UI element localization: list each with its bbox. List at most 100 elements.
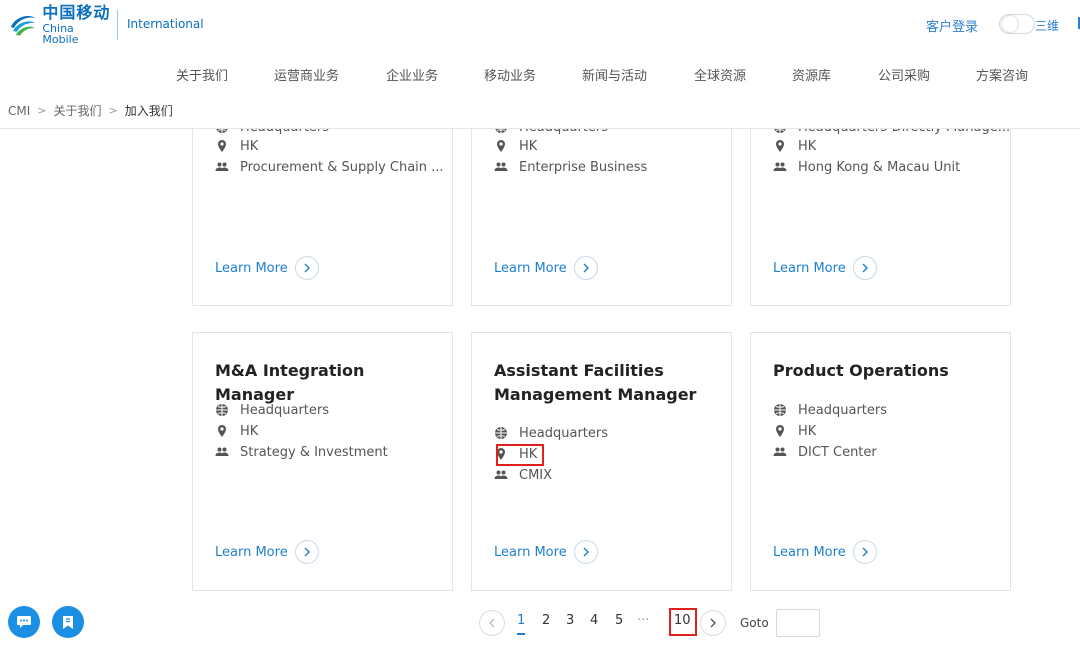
nav-item-resource-library[interactable]: 资源库 [792, 65, 831, 84]
chevron-right-icon[interactable] [294, 256, 319, 280]
chevron-right-icon[interactable] [852, 540, 877, 564]
globe-icon [216, 404, 228, 416]
3d-mode-label: 三维 [1035, 19, 1060, 33]
breadcrumb-cmi[interactable]: CMI [8, 104, 30, 118]
nav-item-mobile-business[interactable]: 移动业务 [484, 65, 536, 84]
learn-more-label: Learn More [494, 260, 567, 276]
page-2[interactable]: 2 [542, 613, 550, 628]
bookmark-button[interactable] [52, 606, 84, 638]
team-icon [215, 447, 229, 456]
prev-page-button[interactable] [479, 610, 505, 636]
location-pin-icon [776, 425, 784, 437]
page-5[interactable]: 5 [615, 613, 623, 628]
job-location: HK [240, 138, 259, 154]
chevron-left-icon [489, 618, 495, 628]
job-level-row: Headquarters [494, 423, 608, 443]
3d-mode-toggle[interactable] [999, 14, 1035, 34]
job-department-row: Enterprise Business [494, 157, 647, 177]
job-department-row: CMIX [494, 465, 552, 485]
job-department: Strategy & Investment [240, 444, 388, 460]
nav-item-solution-consulting[interactable]: 方案咨询 [976, 65, 1028, 84]
goto-page-input[interactable] [776, 609, 820, 637]
job-location-row: HK [773, 421, 816, 441]
learn-more-label: Learn More [494, 544, 567, 560]
job-location-row: HK [215, 136, 258, 156]
chevron-right-icon[interactable] [294, 540, 319, 564]
logo-english-text: China Mobile [42, 22, 79, 46]
job-location-row: HK [773, 136, 816, 156]
china-mobile-logo-icon [10, 16, 36, 36]
job-department-row: DICT Center [773, 442, 877, 462]
page-4[interactable]: 4 [590, 613, 598, 628]
job-title[interactable]: Product Operations [773, 359, 998, 383]
job-card[interactable]: M&A Integration Manager Headquarters HK … [192, 332, 453, 591]
location-pin-icon [218, 140, 226, 152]
nav-item-enterprise-business[interactable]: 企业业务 [386, 65, 438, 84]
location-pin-icon [776, 140, 784, 152]
job-department: CMIX [519, 467, 553, 483]
toggle-knob [1002, 16, 1018, 32]
job-location: HK [519, 138, 538, 154]
job-department-row: Hong Kong & Macau Unit [773, 157, 960, 177]
job-card[interactable]: Headquarters-Directly Manage... HK Hong … [750, 100, 1011, 306]
learn-more-link[interactable]: Learn More [773, 256, 877, 280]
learn-more-link[interactable]: Learn More [215, 540, 319, 564]
job-location-row: HK [494, 136, 537, 156]
globe-icon [495, 427, 507, 439]
chevron-right-icon [710, 618, 716, 628]
job-department-row: Procurement & Supply Chain ... [215, 157, 444, 177]
breadcrumb-separator-icon: > [108, 104, 118, 117]
nav-item-procurement[interactable]: 公司采购 [878, 65, 930, 84]
job-location-row: HK [215, 421, 258, 441]
nav-item-global-resources[interactable]: 全球资源 [694, 65, 746, 84]
chevron-right-icon[interactable] [852, 256, 877, 280]
current-page-indicator [517, 633, 525, 635]
globe-icon [774, 404, 786, 416]
chat-bubble-icon [17, 616, 31, 628]
customer-login-link[interactable]: 客户登录 [926, 16, 978, 35]
breadcrumb-separator-icon: > [37, 104, 47, 117]
main-nav: 关于我们 运营商业务 企业业务 移动业务 新闻与活动 全球资源 资源库 公司采购… [0, 65, 1080, 85]
job-location: HK [240, 423, 259, 439]
page-1[interactable]: 1 [517, 613, 525, 628]
job-title[interactable]: Assistant Facilities Management Manager [494, 359, 719, 407]
nav-item-carrier-business[interactable]: 运营商业务 [274, 65, 339, 84]
team-icon [494, 162, 508, 171]
next-page-button[interactable] [700, 610, 726, 636]
nav-item-news-events[interactable]: 新闻与活动 [582, 65, 647, 84]
chevron-right-icon[interactable] [573, 540, 598, 564]
team-icon [773, 447, 787, 456]
learn-more-link[interactable]: Learn More [494, 256, 598, 280]
job-card[interactable]: Headquarters HK Procurement & Supply Cha… [192, 100, 453, 306]
chevron-right-icon[interactable] [573, 256, 598, 280]
bookmark-icon [63, 615, 73, 629]
location-pin-icon [218, 425, 226, 437]
job-department-row: Strategy & Investment [215, 442, 388, 462]
job-card[interactable]: Headquarters HK Enterprise Business Lear… [471, 100, 732, 306]
last-page-highlight-box [669, 608, 697, 636]
nav-item-about[interactable]: 关于我们 [176, 65, 228, 84]
china-mobile-logo[interactable]: 中国移动 China Mobile [7, 3, 112, 46]
learn-more-label: Learn More [773, 544, 846, 560]
page-ellipsis[interactable]: ··· [637, 613, 649, 628]
learn-more-link[interactable]: Learn More [773, 540, 877, 564]
team-icon [494, 470, 508, 479]
job-level-row: Headquarters [215, 400, 329, 420]
logo-chinese-text: 中国移动 [42, 3, 111, 22]
international-label[interactable]: International [127, 17, 204, 31]
breadcrumb-about[interactable]: 关于我们 [54, 102, 102, 119]
job-level: Headquarters [798, 402, 888, 418]
location-highlight-box [496, 444, 544, 466]
job-card[interactable]: Product Operations Headquarters HK DICT … [750, 332, 1011, 591]
learn-more-label: Learn More [773, 260, 846, 276]
page-3[interactable]: 3 [566, 613, 574, 628]
learn-more-link[interactable]: Learn More [215, 256, 319, 280]
job-card[interactable]: Assistant Facilities Management Manager … [471, 332, 732, 591]
chat-button[interactable] [8, 606, 40, 638]
partial-header-icon[interactable] [1075, 14, 1080, 32]
job-department: Hong Kong & Macau Unit [798, 159, 961, 175]
job-level-row: Headquarters [773, 400, 887, 420]
team-icon [773, 162, 787, 171]
job-level: Headquarters [519, 425, 609, 441]
learn-more-link[interactable]: Learn More [494, 540, 598, 564]
